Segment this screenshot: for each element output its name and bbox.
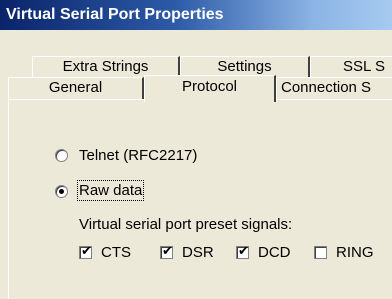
cts-checkbox[interactable]: ✔ — [79, 243, 92, 259]
tab-label: Protocol — [181, 78, 238, 95]
tab-label: Connection S — [281, 79, 372, 96]
radio-selected-dot — [59, 189, 64, 194]
check-icon: ✔ — [238, 243, 249, 258]
telnet-label[interactable]: Telnet (RFC2217) — [79, 147, 197, 164]
title-bar[interactable]: Virtual Serial Port Properties — [0, 0, 392, 30]
dsr-checkbox[interactable]: ✔ — [160, 243, 173, 259]
dsr-label[interactable]: DSR — [182, 244, 214, 261]
protocol-panel — [8, 99, 392, 299]
tab-general[interactable]: General — [8, 77, 144, 99]
tab-connection[interactable]: Connection S — [276, 77, 392, 99]
tab-label: Extra Strings — [62, 58, 149, 75]
telnet-radio[interactable] — [55, 149, 68, 162]
preset-signals-label: Virtual serial port preset signals: — [79, 216, 293, 233]
tab-ssl[interactable]: SSL S — [310, 56, 392, 78]
check-icon: ✔ — [81, 243, 92, 258]
dcd-label[interactable]: DCD — [258, 244, 291, 261]
tab-protocol[interactable]: Protocol — [144, 75, 276, 102]
ring-label[interactable]: RING — [336, 244, 374, 261]
tab-label: SSL S — [343, 58, 385, 75]
dcd-checkbox[interactable]: ✔ — [236, 243, 249, 259]
tab-label: General — [48, 79, 103, 96]
ring-checkbox[interactable] — [314, 246, 327, 259]
properties-dialog: Extra Strings Settings SSL S General Pro… — [0, 30, 392, 299]
raw-data-label[interactable]: Raw data — [76, 180, 145, 201]
cts-label[interactable]: CTS — [101, 244, 131, 261]
window-title: Virtual Serial Port Properties — [6, 6, 224, 23]
tab-label: Settings — [217, 58, 272, 75]
raw-data-radio[interactable] — [55, 185, 68, 198]
check-icon: ✔ — [162, 243, 173, 258]
